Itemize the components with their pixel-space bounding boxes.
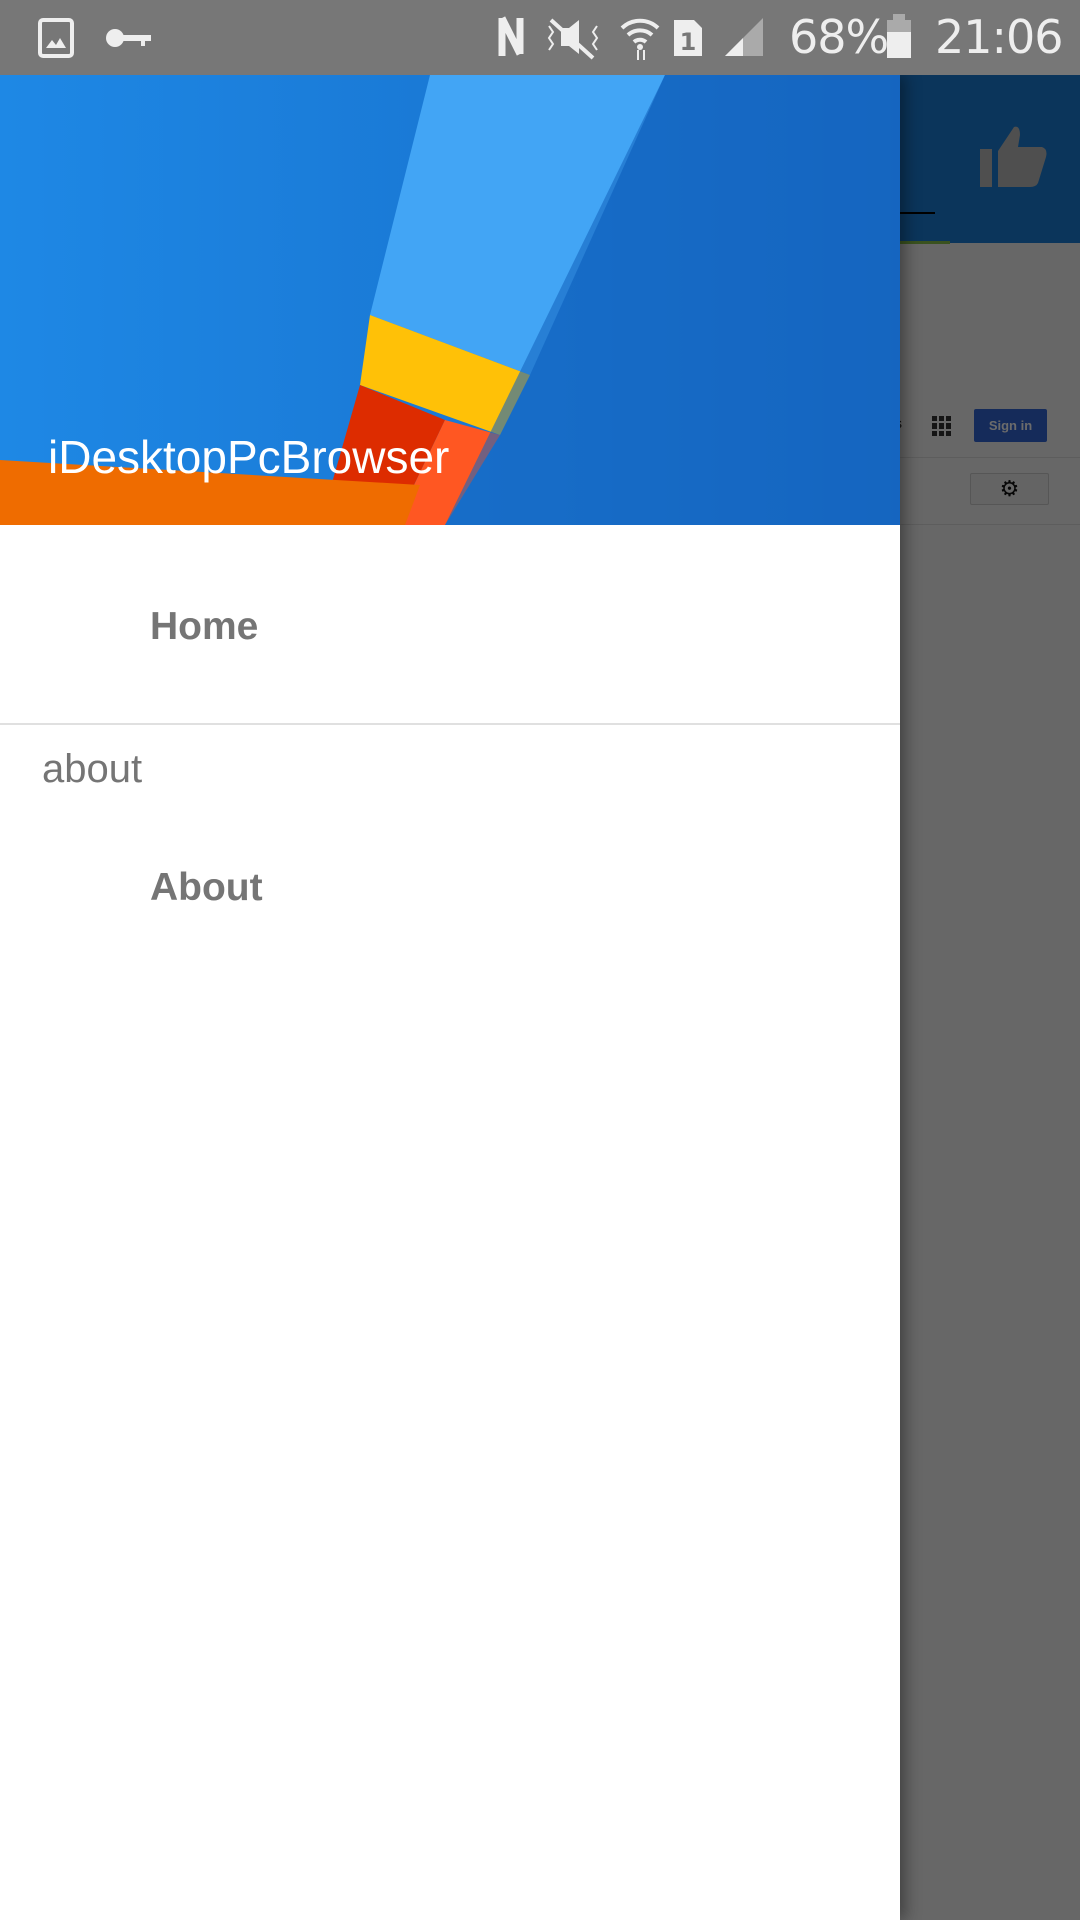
apps-grid-icon[interactable] xyxy=(932,416,952,436)
battery-icon xyxy=(887,14,911,58)
thumbs-up-icon[interactable] xyxy=(980,125,1050,189)
app-title: iDesktopPcBrowser xyxy=(48,431,450,483)
divider xyxy=(880,457,1080,458)
drawer-divider xyxy=(0,723,900,725)
clock: 21:06 xyxy=(935,10,1064,64)
wifi-icon xyxy=(620,18,660,60)
vpn-key-icon xyxy=(106,29,151,47)
sim-1-icon: 1 xyxy=(674,20,702,56)
drawer-header: iDesktopPcBrowser xyxy=(0,75,900,525)
vibrate-mute-icon xyxy=(547,18,599,60)
drawer-item-home[interactable]: Home xyxy=(150,605,258,649)
sign-in-button[interactable]: Sign in xyxy=(974,409,1047,442)
status-bar: 1 68% 21:06 xyxy=(0,0,1080,75)
drawer-item-about[interactable]: About xyxy=(150,866,263,910)
gear-icon: ⚙ xyxy=(999,476,1020,501)
signal-icon xyxy=(725,18,763,56)
drawer-section-header: about xyxy=(42,747,143,791)
gallery-icon xyxy=(38,18,74,58)
divider xyxy=(880,524,1080,525)
nfc-icon xyxy=(498,16,524,56)
battery-percent: 68% xyxy=(789,10,889,64)
navigation-drawer: iDesktopPcBrowser Home about About xyxy=(0,75,900,1920)
settings-gear-button[interactable]: ⚙ xyxy=(970,473,1049,505)
svg-text:1: 1 xyxy=(680,28,697,56)
